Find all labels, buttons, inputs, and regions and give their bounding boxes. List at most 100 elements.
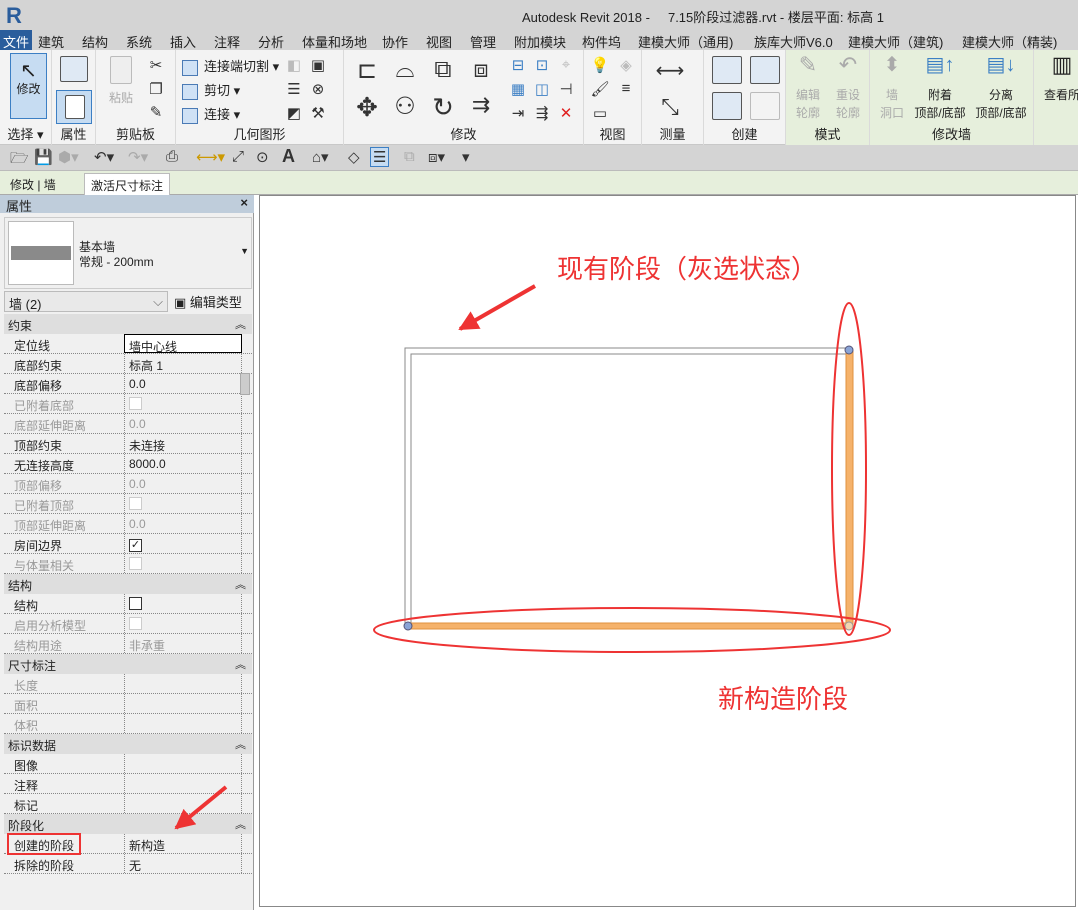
dimension-icon[interactable]: ⤡: [652, 94, 688, 119]
group-header[interactable]: 结构 ︽: [4, 574, 252, 594]
type-selector[interactable]: 基本墙 常规 - 200mm ▼: [4, 217, 252, 289]
checkbox[interactable]: ✓: [129, 539, 142, 552]
property-value-cell[interactable]: [124, 794, 242, 813]
property-value-cell[interactable]: [124, 594, 242, 613]
open-icon[interactable]: 🗁: [10, 148, 29, 173]
collapse-icon[interactable]: ︽: [235, 576, 246, 592]
existing-wall[interactable]: [404, 347, 853, 629]
undo-icon[interactable]: ↶▾: [94, 148, 114, 166]
collapse-icon[interactable]: ︽: [235, 736, 246, 752]
customize-qat-icon[interactable]: ▾: [462, 148, 470, 166]
property-value-cell[interactable]: 墙中心线: [124, 334, 242, 354]
create-group-icon[interactable]: [750, 56, 780, 84]
attach-button[interactable]: ▤↑ 附着 顶部/底部: [910, 55, 970, 122]
wall-endpoint-grip[interactable]: [844, 621, 854, 631]
group-header[interactable]: 尺寸标注 ︽: [4, 654, 252, 674]
demolish-icon[interactable]: ☰: [284, 80, 304, 98]
join-button[interactable]: 连接 ▾: [182, 104, 240, 124]
mirror-axis-icon[interactable]: ⧉: [428, 56, 458, 83]
cut-geometry-button[interactable]: 剪切 ▾: [182, 80, 240, 100]
split-icon[interactable]: ⊟: [508, 56, 528, 74]
override-icon[interactable]: ◈: [616, 56, 636, 74]
revit-logo[interactable]: R: [6, 3, 22, 29]
copy-icon[interactable]: ❐: [146, 80, 166, 98]
collapse-icon[interactable]: ︽: [235, 656, 246, 672]
unpin-icon[interactable]: ⌖: [556, 56, 576, 74]
save-icon[interactable]: 💾: [34, 148, 53, 166]
cut-icon[interactable]: ✂: [146, 56, 166, 74]
detach-button[interactable]: ▤↓ 分离 顶部/底部: [970, 55, 1032, 122]
modify-wall-tab[interactable]: 修改 | 墙: [10, 176, 56, 193]
switch-windows-icon[interactable]: ⧈▾: [428, 148, 445, 166]
delete-icon[interactable]: ✕: [556, 104, 576, 122]
group-header[interactable]: 阶段化 ︽: [4, 814, 252, 834]
align-icon[interactable]: ⊏: [352, 56, 382, 84]
tag-icon[interactable]: ⊙: [256, 148, 269, 166]
property-value-cell[interactable]: 标高 1: [124, 354, 242, 373]
wall-endpoint-grip[interactable]: [844, 345, 854, 355]
group-header[interactable]: 标识数据 ︽: [4, 734, 252, 754]
property-value-cell[interactable]: 0.0: [124, 374, 242, 393]
print-icon[interactable]: ⎙: [166, 148, 178, 165]
selection-box-icon[interactable]: ▭: [590, 104, 610, 122]
select-dropdown[interactable]: 选择 ▾: [0, 124, 51, 143]
extend-icon[interactable]: ⇶: [532, 104, 552, 122]
measure-icon[interactable]: ⟷: [652, 58, 688, 82]
hammer-icon[interactable]: ⚒: [308, 104, 328, 122]
collapse-icon[interactable]: ︽: [235, 316, 246, 332]
property-value-cell[interactable]: 新构造: [124, 834, 242, 853]
scale-icon[interactable]: ◫: [532, 80, 552, 98]
collapse-icon[interactable]: ︽: [235, 816, 246, 832]
3d-view-icon[interactable]: ⌂▾: [312, 148, 329, 166]
offset-icon[interactable]: ⌓: [390, 56, 420, 83]
wall-joins-icon[interactable]: ◧: [284, 56, 304, 74]
property-value-cell[interactable]: [124, 774, 242, 793]
mirror-draw-icon[interactable]: ⧈: [466, 56, 496, 83]
close-icon[interactable]: ×: [240, 195, 248, 210]
hide-element-icon[interactable]: 💡: [590, 56, 610, 74]
split-gap-icon[interactable]: ⊡: [532, 56, 552, 74]
create-parts-icon[interactable]: [712, 56, 742, 84]
measure-qat-icon[interactable]: ⟷▾: [196, 148, 225, 166]
paint-icon[interactable]: ◩: [284, 104, 304, 122]
section-icon[interactable]: ◇: [348, 148, 360, 166]
pin-icon[interactable]: ⊣: [556, 80, 576, 98]
split-face-icon[interactable]: ▣: [308, 56, 328, 74]
edit-profile-button[interactable]: ✎ 编辑 轮廓: [790, 54, 826, 122]
type-properties-icon[interactable]: [60, 56, 88, 82]
new-wall-horizontal[interactable]: [407, 622, 851, 630]
modify-button[interactable]: ↖ 修改: [10, 53, 47, 119]
close-hidden-icon[interactable]: ⧉: [404, 148, 415, 165]
thin-lines-icon[interactable]: ☰: [370, 147, 390, 167]
new-wall-vertical[interactable]: [845, 350, 854, 627]
edit-type-button[interactable]: ▣ 编辑类型: [174, 292, 242, 311]
linework-icon[interactable]: ⊗: [308, 80, 328, 98]
trim-multiple-icon[interactable]: ⇥: [508, 104, 528, 122]
similar-icon[interactable]: [750, 92, 780, 120]
view-button[interactable]: ▥ 查看所: [1042, 56, 1078, 104]
group-header[interactable]: 约束 ︽: [4, 314, 252, 334]
reset-profile-button[interactable]: ↶ 重设 轮廓: [830, 54, 866, 122]
instance-filter-select[interactable]: 墙 (2) ⌵: [4, 291, 168, 312]
property-value-cell[interactable]: ✓: [124, 534, 242, 553]
property-value-cell[interactable]: 未连接: [124, 434, 242, 453]
sync-icon[interactable]: ⬢▾: [58, 148, 79, 166]
linework-view-icon[interactable]: ≡: [616, 80, 636, 98]
trim-icon[interactable]: ⇉: [466, 92, 496, 117]
wall-endpoint-grip[interactable]: [403, 621, 413, 631]
wall-opening-button[interactable]: ⬍ 墙 洞口: [874, 55, 910, 122]
property-value-cell[interactable]: 8000.0: [124, 454, 242, 473]
scrollbar-thumb[interactable]: [240, 373, 250, 395]
array-icon[interactable]: ▦: [508, 80, 528, 98]
property-value-cell[interactable]: [124, 754, 242, 773]
cope-button[interactable]: 连接端切割 ▾: [182, 56, 279, 76]
rotate-icon[interactable]: ↻: [428, 92, 458, 122]
properties-button[interactable]: [56, 90, 92, 124]
drawing-canvas[interactable]: 现有阶段（灰选状态） 新构造阶段: [259, 195, 1076, 907]
match-type-icon[interactable]: ✎: [146, 103, 166, 121]
paste-button[interactable]: 粘贴: [104, 56, 138, 107]
copy-element-icon[interactable]: ⚇: [390, 92, 420, 120]
text-icon[interactable]: A: [282, 146, 295, 167]
redo-icon[interactable]: ↷▾: [128, 148, 148, 166]
checkbox[interactable]: [129, 597, 142, 610]
